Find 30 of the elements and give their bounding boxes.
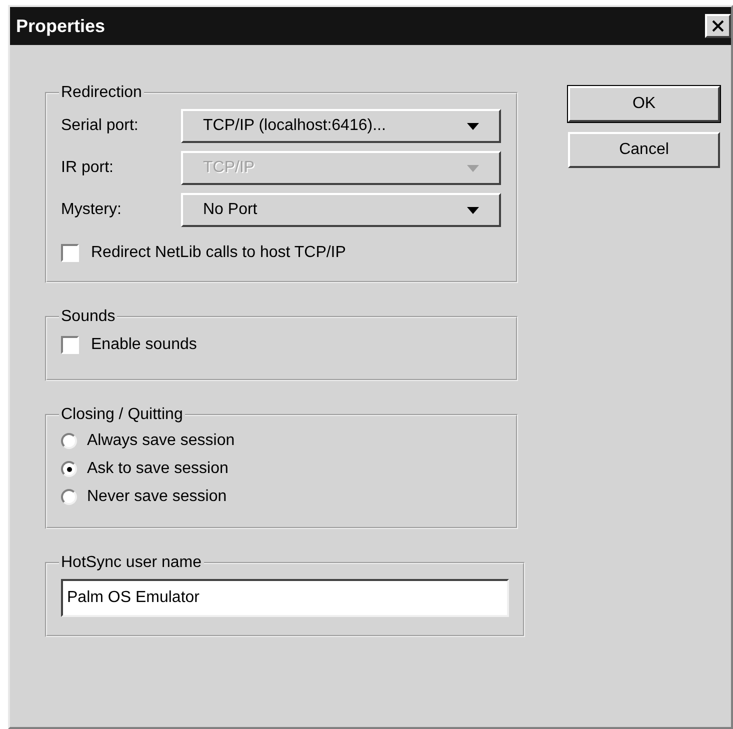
radio-label: Always save session [87,431,235,451]
checkbox-label: Enable sounds [91,335,197,355]
dropdown-value: TCP/IP (localhost:6416)... [203,116,386,136]
radio-button[interactable] [61,433,77,449]
input-field[interactable]: Palm OS Emulator [61,579,509,617]
group-title: HotSync user name [60,553,203,573]
group-title: Closing / Quitting [60,405,184,425]
dropdown-value: No Port [203,200,258,220]
dropdown[interactable]: TCP/IP (localhost:6416)... [181,109,501,143]
window-title: Properties [16,14,106,38]
dialog-button[interactable]: OK [568,86,720,122]
radio-button[interactable] [61,489,77,505]
close-icon [712,20,724,32]
caret-icon [467,206,479,214]
dropdown[interactable]: No Port [181,193,501,227]
group-title: Redirection [60,83,143,103]
radio-button[interactable] [61,461,77,477]
close-button[interactable] [705,14,731,38]
radio-label: Never save session [87,487,227,507]
field-label: IR port: [61,158,114,178]
caret-icon [467,122,479,130]
field-label: Mystery: [61,200,122,220]
field-label: Serial port: [61,116,140,136]
radio-label: Ask to save session [87,459,228,479]
group-title: Sounds [60,307,116,327]
checkbox[interactable] [61,244,79,262]
checkbox-label: Redirect NetLib calls to host TCP/IP [91,243,346,263]
dialog-button[interactable]: Cancel [568,132,720,168]
checkbox[interactable] [61,336,79,354]
caret-icon [467,164,479,172]
